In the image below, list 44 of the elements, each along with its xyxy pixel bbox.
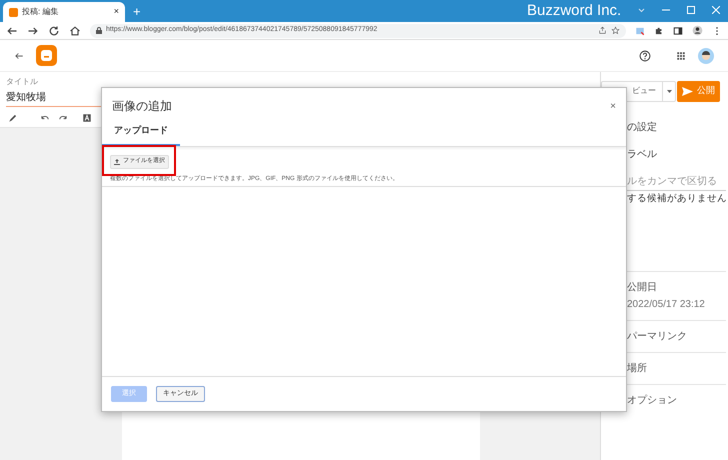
sidebar-text: 公開日 xyxy=(627,281,658,295)
chevron-icon[interactable] xyxy=(638,8,645,12)
side-panel-icon[interactable] xyxy=(673,26,683,36)
sidebar-text: オプション xyxy=(627,394,678,408)
close-icon[interactable] xyxy=(712,6,720,14)
sidebar-text: ルをカンマで区切る xyxy=(627,174,718,189)
pen-icon[interactable] xyxy=(8,112,18,122)
puzzle-icon[interactable] xyxy=(654,26,664,36)
sidebar-text: パーマリンク xyxy=(627,330,688,344)
sidebar-text: の設定 xyxy=(627,120,658,135)
profile-icon[interactable] xyxy=(692,25,703,36)
forward-arrow-icon[interactable] xyxy=(27,24,39,36)
share-icon[interactable] xyxy=(598,26,607,35)
star-icon[interactable] xyxy=(611,26,620,35)
reload-icon[interactable] xyxy=(48,24,60,36)
dialog-tab[interactable]: アップロード xyxy=(102,124,180,146)
preview-dropdown[interactable] xyxy=(663,80,676,102)
upload-icon xyxy=(114,158,120,164)
back-arrow-icon[interactable] xyxy=(14,50,24,60)
close-button[interactable]: × xyxy=(610,99,616,114)
caret-icon xyxy=(666,90,672,92)
sidebar-text: する候補がありません xyxy=(627,192,726,206)
sidebar-subtext: 2022/05/17 23:12 xyxy=(627,298,706,312)
home-icon[interactable] xyxy=(69,24,81,36)
blogger-logo[interactable] xyxy=(36,45,57,66)
tab-title: 投稿: 編集 xyxy=(22,6,60,18)
avatar[interactable] xyxy=(698,48,714,64)
sidebar-text: 場所 xyxy=(627,362,648,376)
lock-icon xyxy=(96,27,102,34)
browser-tab[interactable]: 投稿: 編集 × xyxy=(3,2,125,22)
send-icon xyxy=(682,86,693,96)
extension-window-icon[interactable] xyxy=(635,26,645,36)
back-arrow-icon[interactable] xyxy=(6,24,18,36)
window-title: Buzzword Inc. xyxy=(527,1,622,21)
blogger-icon xyxy=(9,8,18,16)
title-label: タイトル xyxy=(6,76,39,88)
tab-close[interactable]: × xyxy=(114,5,119,19)
help-icon[interactable] xyxy=(639,50,651,62)
dialog-title: 画像の追加 xyxy=(112,98,172,115)
font-color-icon[interactable] xyxy=(82,112,92,122)
new-tab-button[interactable]: + xyxy=(133,2,141,21)
apps-grid-icon[interactable] xyxy=(676,50,686,60)
sidebar-text: ラベル xyxy=(627,148,658,162)
maximize-icon[interactable] xyxy=(687,6,695,14)
